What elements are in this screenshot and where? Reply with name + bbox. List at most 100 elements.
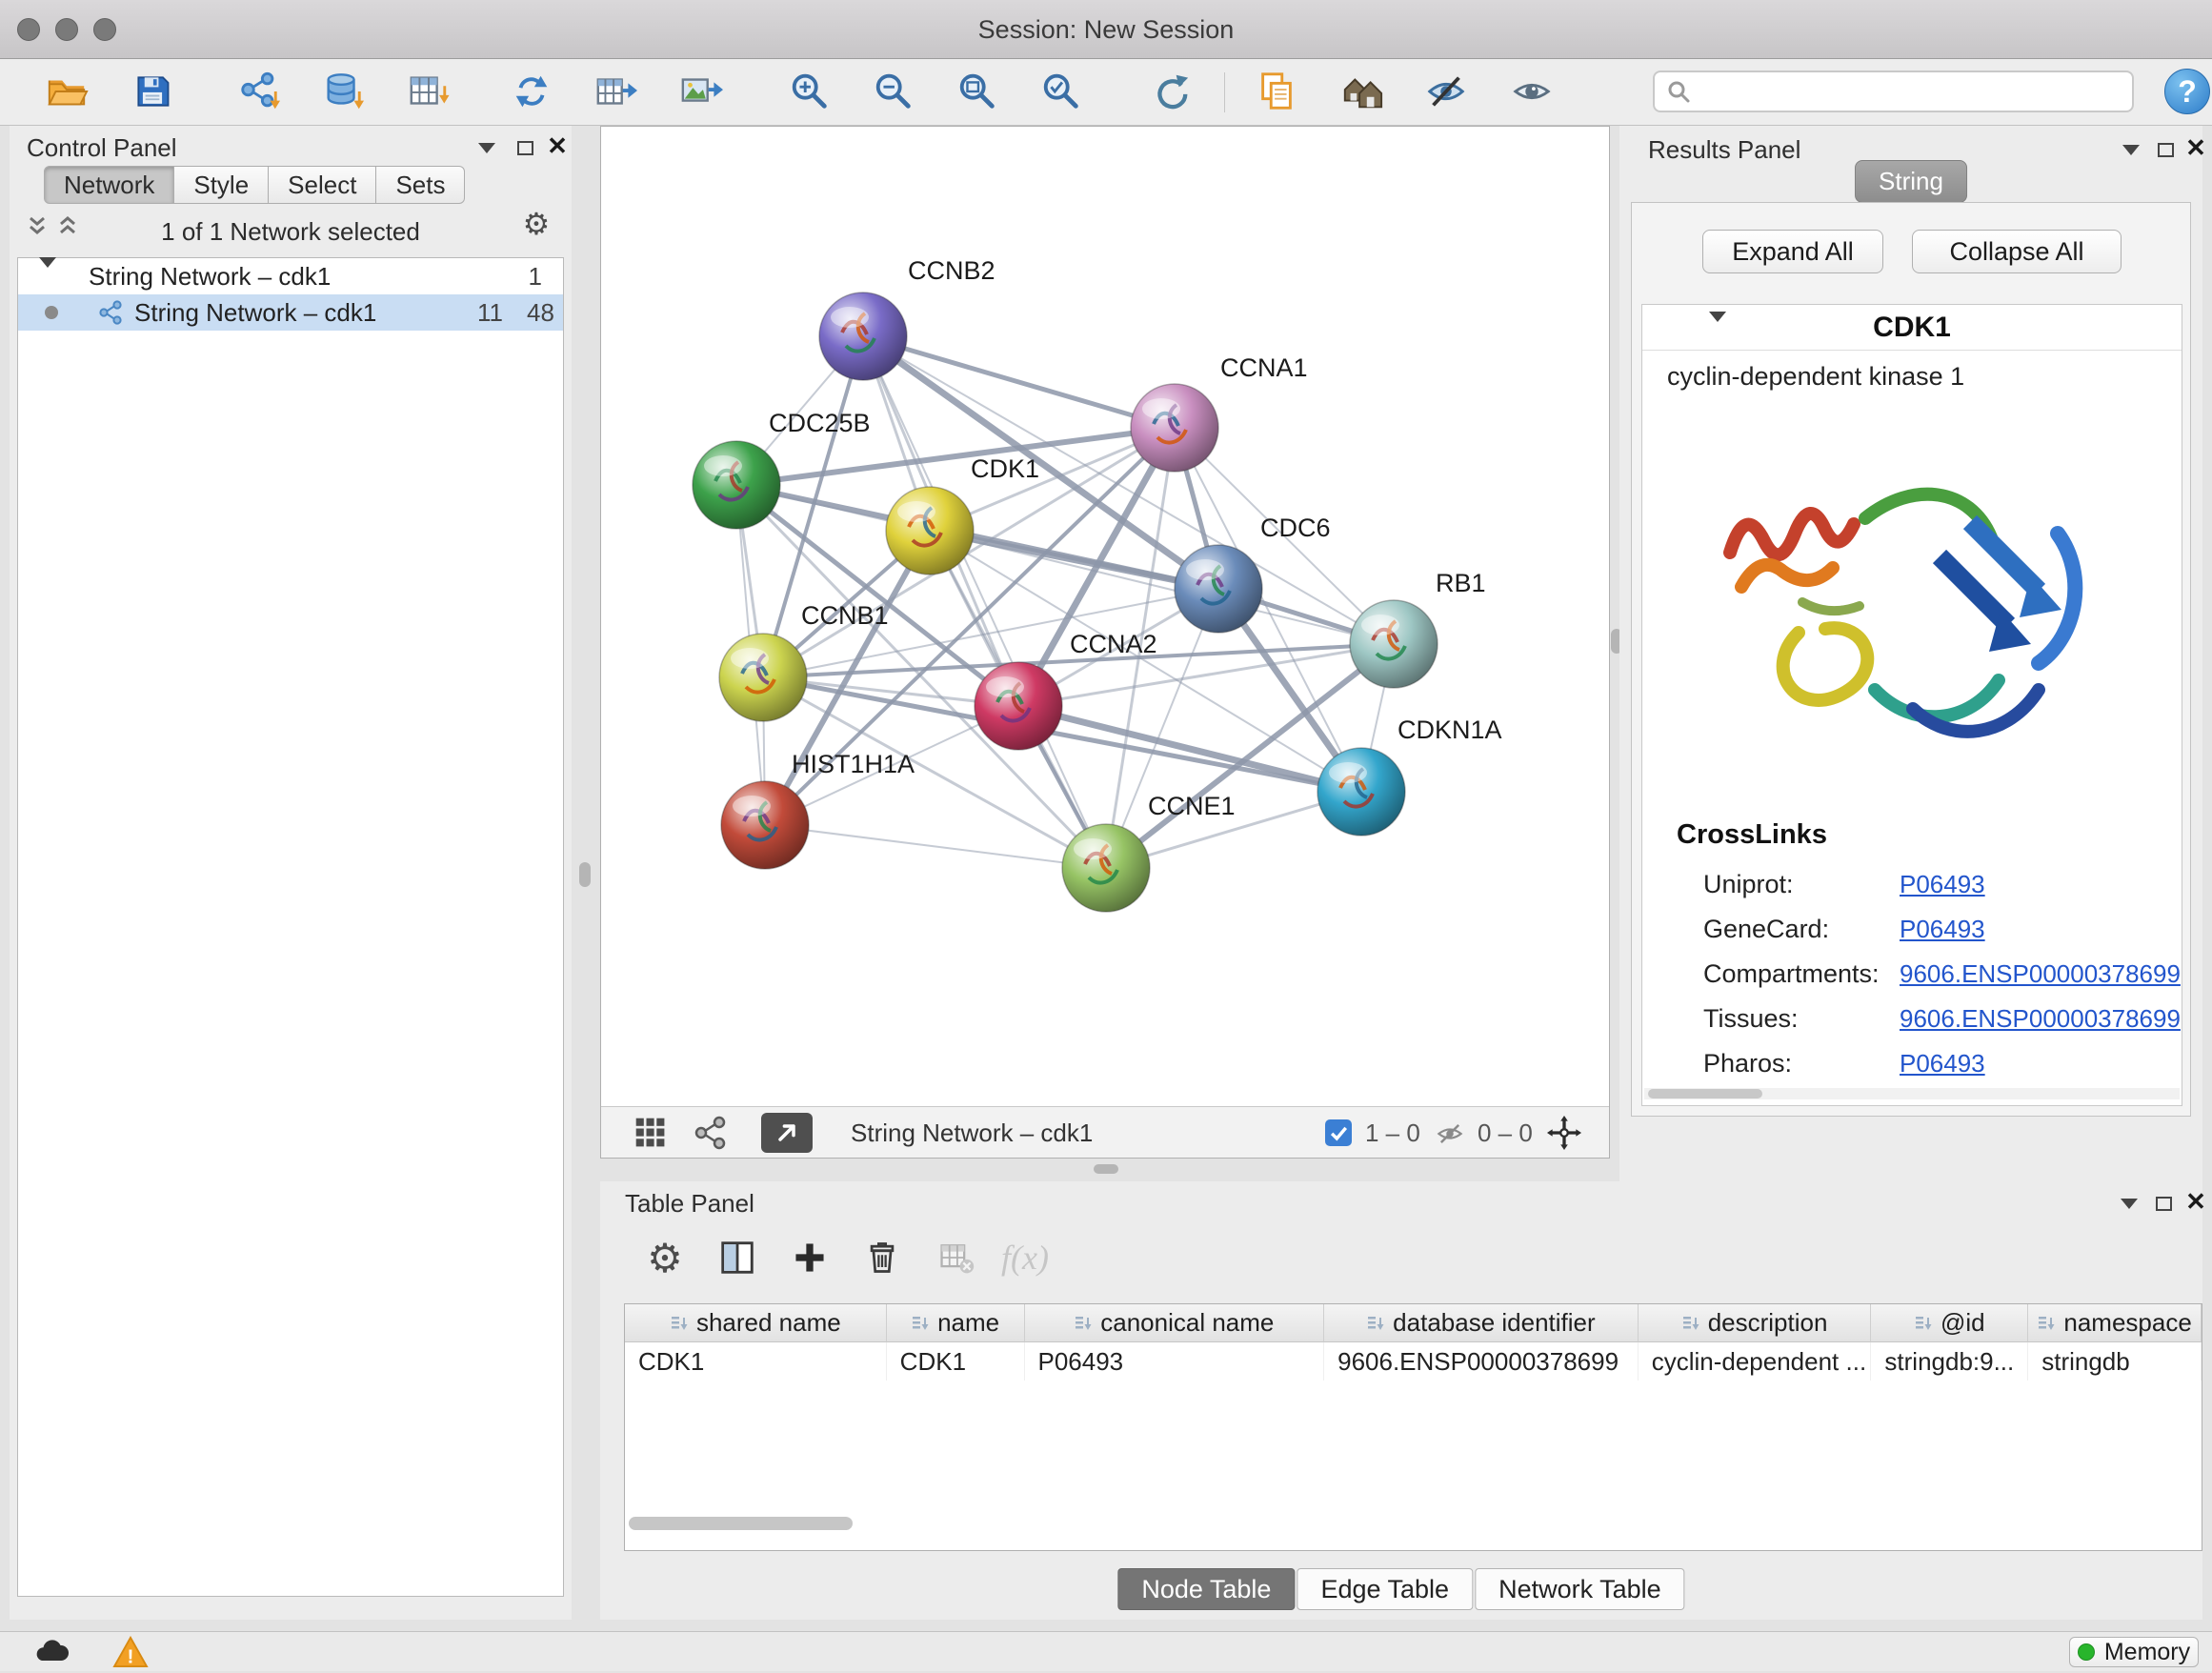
network-edge-CCNB2-CCNA1[interactable] (863, 336, 1175, 428)
left-splitter-handle[interactable] (579, 862, 591, 887)
tab-edge-table[interactable]: Edge Table (1297, 1568, 1473, 1610)
table-tabs: Node Table Edge Table Network Table (1117, 1568, 1684, 1610)
network-node-RB1[interactable]: RB1 (1350, 569, 1486, 688)
zoom-in-icon[interactable] (787, 69, 833, 114)
collapse-panel-icon[interactable] (2117, 1191, 2142, 1216)
delete-column-trash-icon[interactable] (855, 1231, 909, 1284)
zoom-fit-icon[interactable] (955, 69, 1000, 114)
birds-eye-navigator-icon[interactable] (1546, 1115, 1582, 1156)
open-in-new-window-button[interactable] (761, 1113, 813, 1153)
crosslink-row: Compartments: 9606.ENSP00000378699 (1642, 953, 2183, 995)
save-session-icon[interactable] (130, 69, 175, 114)
show-columns-icon[interactable] (711, 1231, 764, 1284)
warning-icon[interactable]: ! (112, 1636, 149, 1673)
network-edge-HIST1H1A-CCNE1[interactable] (765, 825, 1106, 868)
export-image-icon[interactable] (678, 69, 724, 114)
tab-style[interactable]: Style (174, 166, 269, 204)
network-node-CDKN1A[interactable]: CDKN1A (1317, 716, 1502, 836)
help-button[interactable]: ? (2164, 69, 2210, 114)
network-canvas[interactable]: CCNB2CCNA1CDC25BCDK1CDC6RB1CCNB1CCNA2CDK… (601, 127, 1609, 1106)
close-panel-icon[interactable]: ✕ (2183, 135, 2208, 160)
table-cell[interactable]: P06493 (1025, 1342, 1325, 1381)
column-header-database-identifier[interactable]: database identifier (1324, 1304, 1639, 1342)
add-column-icon[interactable] (783, 1231, 836, 1284)
expand-all-button[interactable]: Expand All (1702, 230, 1883, 273)
zoom-selected-icon[interactable] (1038, 69, 1084, 114)
search-input[interactable] (1700, 77, 2121, 107)
delete-table-icon[interactable] (930, 1231, 983, 1284)
network-row[interactable]: String Network – cdk1 11 48 (18, 294, 563, 331)
column-header-canonical-name[interactable]: canonical name (1025, 1304, 1325, 1342)
window-close-button[interactable] (17, 18, 40, 41)
collection-expand-icon[interactable] (39, 268, 56, 297)
zoom-out-icon[interactable] (871, 69, 916, 114)
hidden-items-eye-icon[interactable] (1436, 1119, 1464, 1153)
column-header-name[interactable]: name (887, 1304, 1025, 1342)
selected-items-checkbox-icon[interactable] (1325, 1119, 1352, 1146)
collapse-panel-icon[interactable] (2119, 137, 2143, 162)
collapse-all-button[interactable]: Collapse All (1912, 230, 2122, 273)
pharos-link[interactable]: P06493 (1900, 1042, 1985, 1084)
network-node-CCNE1[interactable]: CCNE1 (1062, 792, 1236, 912)
tab-network-table[interactable]: Network Table (1475, 1568, 1685, 1610)
protein-card-header[interactable]: CDK1 (1642, 305, 2182, 351)
close-panel-icon[interactable]: ✕ (545, 133, 570, 158)
network-edge-CCNB2-CCNE1[interactable] (863, 336, 1106, 868)
function-builder-icon[interactable]: f(x) (998, 1231, 1052, 1284)
export-network-icon[interactable] (509, 69, 554, 114)
string-results-tab[interactable]: String (1855, 160, 1967, 203)
tissues-link[interactable]: 9606.ENSP00000378699 (1900, 998, 2181, 1039)
network-node-CCNA1[interactable]: CCNA1 (1131, 353, 1308, 472)
window-zoom-button[interactable] (93, 18, 116, 41)
tab-select[interactable]: Select (269, 166, 376, 204)
refresh-view-icon[interactable] (1147, 69, 1193, 114)
documents-icon[interactable] (1254, 69, 1299, 114)
network-overview-icon[interactable] (693, 1116, 727, 1155)
table-cell[interactable]: CDK1 (625, 1342, 887, 1381)
import-table-icon[interactable] (406, 69, 452, 114)
collapse-section-icon[interactable] (1709, 322, 1726, 339)
grid-view-icon[interactable] (633, 1116, 668, 1155)
network-options-gear-icon[interactable]: ⚙ (524, 212, 549, 236)
table-cell[interactable]: 9606.ENSP00000378699 (1324, 1342, 1639, 1381)
tab-sets[interactable]: Sets (376, 166, 465, 204)
collapse-panel-icon[interactable] (474, 135, 499, 160)
float-panel-icon[interactable] (2151, 1191, 2176, 1216)
search-box[interactable] (1653, 71, 2134, 112)
column-header-description[interactable]: description (1639, 1304, 1872, 1342)
close-panel-icon[interactable]: ✕ (2183, 1189, 2208, 1214)
horizontal-splitter-handle[interactable] (1094, 1164, 1118, 1174)
table-scrollbar-thumb[interactable] (629, 1517, 853, 1530)
show-graphics-details-icon[interactable] (1509, 69, 1555, 114)
memory-button[interactable]: Memory (2069, 1637, 2199, 1667)
export-table-icon[interactable] (593, 69, 638, 114)
home-icon[interactable] (1339, 69, 1385, 114)
table-cell[interactable]: stringdb (2028, 1342, 2202, 1381)
protein-structure-image (1684, 404, 2142, 785)
column-header-namespace[interactable]: namespace (2028, 1304, 2202, 1342)
window-minimize-button[interactable] (55, 18, 78, 41)
float-panel-icon[interactable] (513, 135, 537, 160)
table-options-gear-icon[interactable]: ⚙ (638, 1231, 692, 1284)
network-node-CCNB1[interactable]: CCNB1 (719, 601, 889, 721)
network-node-HIST1H1A[interactable]: HIST1H1A (721, 750, 915, 869)
uniprot-link[interactable]: P06493 (1900, 863, 1985, 905)
table-row[interactable]: CDK1CDK1P064939606.ENSP00000378699cyclin… (625, 1342, 2202, 1381)
card-scrollbar-thumb[interactable] (1648, 1089, 1762, 1099)
network-collection-row[interactable]: String Network – cdk1 1 (18, 258, 563, 294)
genecard-link[interactable]: P06493 (1900, 908, 1985, 950)
column-header--id[interactable]: @id (1871, 1304, 2028, 1342)
toggle-visibility-icon[interactable] (1423, 69, 1469, 114)
column-header-shared-name[interactable]: shared name (625, 1304, 887, 1342)
tab-network[interactable]: Network (44, 166, 174, 204)
table-cell[interactable]: CDK1 (887, 1342, 1025, 1381)
import-network-file-icon[interactable] (236, 69, 282, 114)
tab-node-table[interactable]: Node Table (1117, 1568, 1295, 1610)
cloud-status-icon[interactable] (32, 1636, 70, 1671)
compartments-link[interactable]: 9606.ENSP00000378699 (1900, 953, 2181, 995)
open-session-icon[interactable] (44, 69, 90, 114)
table-cell[interactable]: stringdb:9... (1871, 1342, 2028, 1381)
import-network-database-icon[interactable] (320, 69, 366, 114)
float-panel-icon[interactable] (2153, 137, 2178, 162)
table-cell[interactable]: cyclin-dependent ... (1639, 1342, 1872, 1381)
